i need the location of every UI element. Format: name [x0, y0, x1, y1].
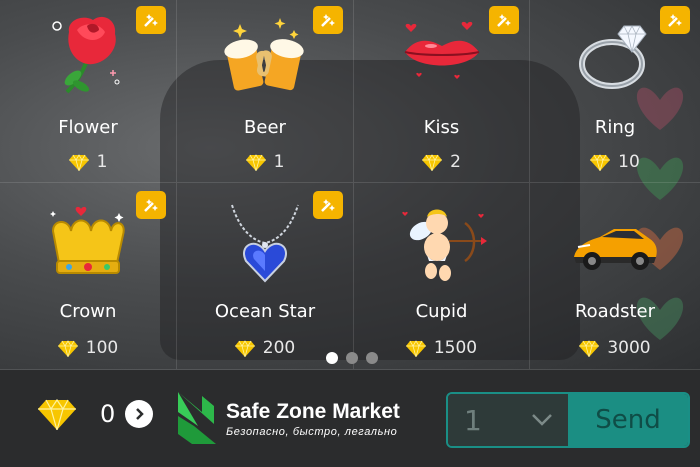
wand-sparkle-icon — [321, 199, 335, 212]
gift-cell-ring[interactable]: Ring 10 — [530, 0, 700, 183]
gift-name: Cupid — [415, 301, 468, 322]
quantity-select[interactable]: 1 — [448, 394, 568, 446]
gift-cell-flower[interactable]: Flower 1 — [0, 0, 177, 183]
gift-price-value: 1500 — [433, 338, 478, 358]
diamond-icon — [579, 339, 600, 357]
watermark: Safe Zone Market Безопасно, быстро, лега… — [174, 388, 400, 450]
gift-grid: Flower 1 Beer 1 Kiss 2 Ring 10 Crown 100… — [0, 0, 700, 370]
gift-name: Flower — [58, 117, 118, 138]
gift-price: 1500 — [354, 338, 529, 358]
wand-sparkle-icon — [144, 14, 158, 27]
lips-icon — [404, 21, 479, 79]
gift-special-badge — [313, 6, 343, 34]
chevron-right-icon — [136, 408, 145, 420]
diamond-ring-icon — [579, 25, 647, 89]
chevron-down-icon — [532, 414, 552, 426]
diamond-icon — [422, 153, 443, 171]
quantity-send-group: 1 Send — [446, 392, 690, 448]
gift-price: 3000 — [530, 338, 700, 358]
gift-special-badge — [660, 6, 690, 34]
gift-name: Beer — [244, 117, 286, 138]
page-dot-3[interactable] — [366, 352, 378, 364]
sports-car-icon — [574, 229, 657, 270]
safe-zone-logo — [178, 392, 216, 444]
diamond-icon — [57, 339, 78, 357]
page-dot-1[interactable] — [326, 352, 338, 364]
watermark-text: Safe Zone Market Безопасно, быстро, лега… — [226, 400, 400, 438]
wand-sparkle-icon — [668, 14, 682, 27]
bottom-bar: 0 Safe Zone Market Безопасно, быстро, ле… — [0, 370, 700, 467]
gift-cell-ocean-star[interactable]: Ocean Star 200 — [177, 183, 354, 370]
gift-name: Crown — [59, 301, 117, 322]
gift-name: Ocean Star — [214, 301, 316, 322]
gift-price-value: 2 — [450, 152, 461, 172]
send-button-label: Send — [595, 405, 661, 435]
gift-name: Roadster — [574, 301, 656, 322]
balance-value: 0 — [100, 400, 116, 428]
heart-necklace-icon — [231, 204, 299, 283]
gift-price: 2 — [354, 152, 529, 172]
wand-sparkle-icon — [321, 14, 335, 27]
gift-price: 100 — [0, 338, 176, 358]
gift-price: 10 — [530, 152, 700, 172]
wand-sparkle-icon — [144, 199, 158, 212]
watermark-title: Safe Zone Market — [226, 400, 400, 423]
gift-cell-roadster[interactable]: Roadster 3000 — [530, 183, 700, 370]
gift-cell-crown[interactable]: Crown 100 — [0, 183, 177, 370]
page-dot-2[interactable] — [346, 352, 358, 364]
gift-price-value: 200 — [262, 338, 296, 358]
diamond-icon — [68, 153, 89, 171]
gift-name: Kiss — [423, 117, 460, 138]
gift-panel: Flower 1 Beer 1 Kiss 2 Ring 10 Crown 100… — [0, 0, 700, 370]
gift-price-value: 10 — [618, 152, 640, 172]
watermark-subtitle: Безопасно, быстро, легально — [226, 426, 398, 438]
gift-cell-beer[interactable]: Beer 1 — [177, 0, 354, 183]
gift-price-value: 100 — [85, 338, 119, 358]
diamond-icon — [234, 339, 255, 357]
recharge-button[interactable] — [125, 400, 154, 428]
beer-mugs-icon — [224, 18, 304, 91]
gift-cell-cupid[interactable]: Cupid 1500 — [354, 183, 530, 370]
diamond-icon — [245, 153, 266, 171]
send-button[interactable]: Send — [568, 394, 688, 446]
cupid-icon — [401, 209, 487, 281]
crown-icon — [50, 206, 125, 274]
gift-price-value: 1 — [96, 152, 108, 172]
gift-price: 1 — [0, 152, 176, 172]
gift-special-badge — [313, 191, 343, 219]
gift-special-badge — [136, 6, 166, 34]
balance: 0 — [38, 398, 154, 430]
gift-price: 1 — [177, 152, 353, 172]
gift-name: Ring — [594, 117, 636, 138]
diamond-icon — [405, 339, 426, 357]
rose-icon — [52, 16, 120, 94]
wand-sparkle-icon — [497, 14, 511, 27]
gift-special-badge — [489, 6, 519, 34]
gift-special-badge — [136, 191, 166, 219]
gift-price-value: 1 — [273, 152, 285, 172]
quantity-value: 1 — [464, 403, 482, 437]
diamond-icon — [590, 153, 611, 171]
page-indicator — [326, 352, 378, 364]
gift-cell-kiss[interactable]: Kiss 2 — [354, 0, 530, 183]
diamond-icon — [38, 398, 76, 430]
gift-price-value: 3000 — [607, 338, 651, 358]
